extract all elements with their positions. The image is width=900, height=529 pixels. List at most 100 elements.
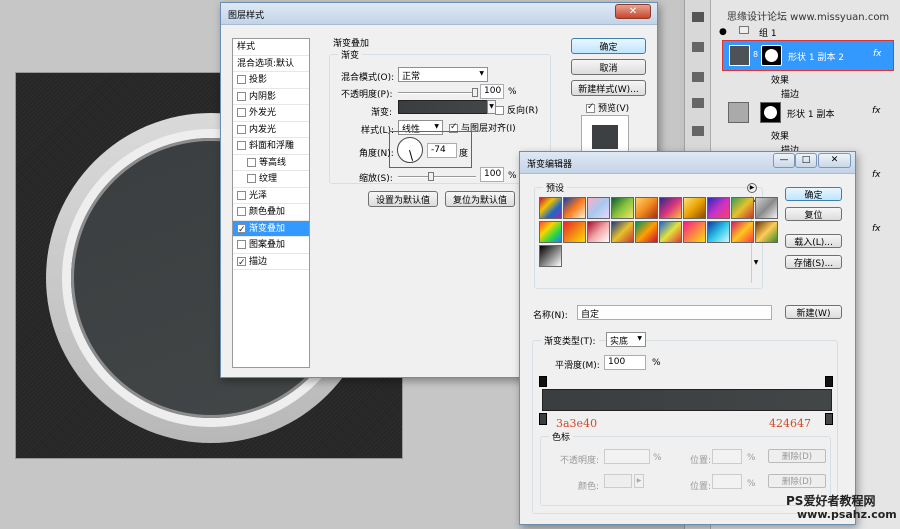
close-button[interactable]: ✕	[818, 153, 851, 168]
scale-input[interactable]: 100	[480, 167, 504, 182]
delete-color-stop-button[interactable]: 删除(D)	[768, 474, 826, 488]
style-item[interactable]: 内发光	[233, 122, 309, 138]
reverse-checkbox[interactable]: 反向(R)	[495, 103, 538, 116]
color-location-input[interactable]	[712, 474, 742, 489]
gradient-preset-swatch[interactable]	[755, 197, 778, 219]
tool-icon[interactable]	[692, 42, 704, 52]
maximize-button[interactable]: □	[795, 153, 817, 168]
gradient-preset-swatch[interactable]	[755, 221, 778, 243]
style-checkbox[interactable]	[247, 157, 256, 167]
gradient-preset-swatch[interactable]	[707, 221, 730, 243]
style-item[interactable]: 光泽	[233, 188, 309, 204]
gradient-preset-swatch[interactable]	[731, 221, 754, 243]
blend-mode-select[interactable]: 正常	[398, 67, 488, 82]
reset-button[interactable]: 复位	[785, 207, 842, 221]
style-checkbox[interactable]	[237, 255, 246, 271]
angle-dial[interactable]	[397, 137, 423, 163]
scale-slider[interactable]	[398, 172, 476, 181]
smooth-input[interactable]: 100	[604, 355, 646, 370]
tool-icon[interactable]	[692, 98, 704, 108]
stop-opacity-input[interactable]	[604, 449, 650, 464]
cancel-button[interactable]: 取消	[571, 59, 646, 75]
name-input[interactable]: 自定	[577, 305, 772, 320]
preview-check[interactable]	[586, 102, 595, 113]
gradient-preset-swatch[interactable]	[611, 197, 634, 219]
opacity-slider[interactable]	[398, 88, 478, 97]
style-item[interactable]: 外发光	[233, 105, 309, 122]
tool-icon[interactable]	[692, 126, 704, 136]
style-checkbox[interactable]	[237, 124, 246, 134]
color-stop-right[interactable]	[825, 413, 833, 425]
opacity-slider-thumb[interactable]	[472, 88, 478, 97]
gradient-swatch[interactable]	[398, 100, 488, 114]
opacity-stop-left[interactable]	[539, 376, 547, 387]
tool-icon[interactable]	[692, 72, 704, 82]
blend-options-item[interactable]: 混合选项:默认	[233, 56, 309, 72]
style-checkbox[interactable]	[237, 240, 246, 249]
gradient-editor-titlebar[interactable]: 渐变编辑器 — □ ✕	[520, 152, 855, 174]
gradient-preset-swatch[interactable]	[539, 221, 562, 243]
gradient-preset-swatch[interactable]	[635, 197, 658, 219]
style-checkbox[interactable]	[237, 75, 246, 84]
layer-row[interactable]: 形状 1 副本 fx	[722, 99, 894, 126]
scale-slider-thumb[interactable]	[427, 172, 434, 181]
ok-button[interactable]: 确定	[785, 187, 842, 201]
close-button[interactable]: ✕	[615, 4, 651, 19]
gradient-preview-bar[interactable]	[542, 389, 832, 411]
presets-menu-icon[interactable]: ▶	[747, 183, 757, 193]
style-checkbox[interactable]	[237, 222, 246, 238]
gradient-preset-swatch[interactable]	[563, 221, 586, 243]
preview-checkbox[interactable]: 预览(V)	[586, 101, 629, 114]
gradient-preset-swatch[interactable]	[563, 197, 586, 219]
stop-location-input[interactable]	[712, 449, 742, 464]
style-checkbox[interactable]	[237, 141, 246, 150]
style-item[interactable]: 等高线	[233, 155, 309, 171]
gradient-preset-swatch[interactable]	[659, 221, 682, 243]
layer-group-row[interactable]: ● 组 1	[715, 26, 900, 40]
style-item[interactable]: 纹理	[233, 171, 309, 188]
tool-icon[interactable]	[692, 12, 704, 22]
style-checkbox[interactable]	[237, 207, 246, 216]
gradient-preset-swatch[interactable]	[587, 197, 610, 219]
style-item[interactable]: 内阴影	[233, 89, 309, 105]
angle-input[interactable]: -74	[427, 143, 457, 158]
new-style-button[interactable]: 新建样式(W)...	[571, 80, 646, 96]
style-item[interactable]: 描边	[233, 254, 309, 271]
delete-opacity-stop-button[interactable]: 删除(D)	[768, 449, 826, 463]
opacity-stop-right[interactable]	[825, 376, 833, 387]
styles-header[interactable]: 样式	[233, 39, 309, 56]
gradient-preset-swatch[interactable]	[707, 197, 730, 219]
minimize-button[interactable]: —	[773, 153, 795, 168]
style-item[interactable]: 渐变叠加	[233, 220, 309, 238]
opacity-input[interactable]: 100	[480, 84, 504, 99]
gradient-preset-swatch[interactable]	[611, 221, 634, 243]
layer-style-titlebar[interactable]: 图层样式 ✕	[221, 3, 657, 25]
eye-icon[interactable]: ●	[719, 27, 727, 37]
color-stop-left[interactable]	[539, 413, 547, 425]
style-checkbox[interactable]	[237, 108, 246, 117]
gradient-preset-swatch[interactable]	[587, 221, 610, 243]
set-default-button[interactable]: 设置为默认值	[368, 191, 438, 207]
load-button[interactable]: 载入(L)...	[785, 234, 842, 248]
reverse-check[interactable]	[495, 106, 504, 115]
gradient-preset-swatch[interactable]	[539, 245, 562, 267]
style-checkbox[interactable]	[237, 190, 246, 200]
gradient-preset-swatch[interactable]	[683, 197, 706, 219]
save-button[interactable]: 存储(S)...	[785, 255, 842, 269]
style-item[interactable]: 图案叠加	[233, 237, 309, 254]
style-item[interactable]: 斜面和浮雕	[233, 138, 309, 155]
stop-color-menu-icon[interactable]: ▶	[634, 474, 644, 488]
style-item[interactable]: 投影	[233, 72, 309, 89]
style-item[interactable]: 颜色叠加	[233, 204, 309, 221]
gradient-preset-swatch[interactable]	[539, 197, 562, 219]
style-checkbox[interactable]	[247, 174, 256, 183]
ok-button[interactable]: 确定	[571, 38, 646, 54]
layer-row-selected[interactable]: 8 形状 1 副本 2 fx	[722, 40, 894, 71]
style-checkbox[interactable]	[237, 91, 246, 101]
gradient-preset-swatch[interactable]	[731, 197, 754, 219]
type-select[interactable]: 实底	[606, 332, 646, 347]
gradient-preset-swatch[interactable]	[659, 197, 682, 219]
new-gradient-button[interactable]: 新建(W)	[785, 305, 842, 319]
gradient-preset-swatch[interactable]	[683, 221, 706, 243]
reset-default-button[interactable]: 复位为默认值	[445, 191, 515, 207]
